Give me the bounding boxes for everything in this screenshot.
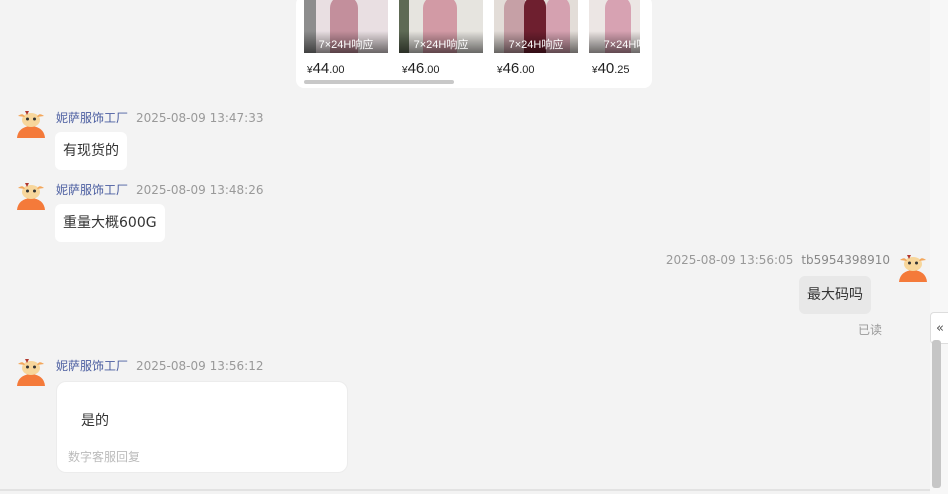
vertical-scrollbar[interactable] <box>932 340 941 488</box>
product-card[interactable]: 7×24H响应 ¥40.25 <box>589 0 640 80</box>
product-image: 7×24H响应 <box>589 0 640 53</box>
message-text: 是的 <box>81 413 109 429</box>
response-badge: 7×24H响应 <box>508 39 564 51</box>
product-price: ¥46.00 <box>402 60 440 77</box>
product-price: ¥44.00 <box>307 60 345 77</box>
digital-service-hint: 数字客服回复 <box>68 450 141 464</box>
response-badge: 7×24H响应 <box>318 39 374 51</box>
product-card[interactable]: 7×24H响应 ¥44.00 <box>304 0 388 80</box>
product-price: ¥46.00 <box>497 60 535 77</box>
message-card: 是的 数字客服回复 <box>56 381 348 473</box>
sender-name[interactable]: 妮萨服饰工厂 <box>56 359 128 373</box>
divider <box>0 489 930 491</box>
product-price: ¥40.25 <box>592 60 630 77</box>
cartoon-avatar-icon <box>16 108 46 138</box>
message-meta: 2025-08-09 13:56:05 tb5954398910 <box>666 253 890 267</box>
message-time: 2025-08-09 13:56:05 <box>665 253 794 267</box>
product-list: 7×24H响应 ¥44.00 7×24H响应 ¥46.00 7×24H响应 ¥4… <box>304 0 640 80</box>
message-time: 2025-08-09 13:48:26 <box>136 183 264 197</box>
product-image: 7×24H响应 <box>494 0 578 53</box>
sender-name: tb5954398910 <box>801 253 890 267</box>
message-meta: 妮萨服饰工厂 2025-08-09 13:47:33 <box>56 109 263 126</box>
cartoon-avatar-icon <box>16 356 46 386</box>
cartoon-avatar-icon <box>16 180 46 210</box>
message-bubble: 有现货的 <box>55 132 127 170</box>
message-bubble: 重量大概600G <box>55 204 165 242</box>
product-image: 7×24H响应 <box>304 0 388 53</box>
message-meta: 妮萨服饰工厂 2025-08-09 13:56:12 <box>56 357 263 374</box>
message-time: 2025-08-09 13:56:12 <box>136 359 264 373</box>
message-meta: 妮萨服饰工厂 2025-08-09 13:48:26 <box>56 181 263 198</box>
sender-name[interactable]: 妮萨服饰工厂 <box>56 111 128 125</box>
read-status: 已读 <box>858 323 883 337</box>
product-carousel: 7×24H响应 ¥44.00 7×24H响应 ¥46.00 7×24H响应 ¥4… <box>296 0 652 88</box>
sender-name[interactable]: 妮萨服饰工厂 <box>56 183 128 197</box>
response-badge: 7×24H响应 <box>413 39 469 51</box>
response-badge: 7×24H响应 <box>603 39 640 51</box>
product-card[interactable]: 7×24H响应 ¥46.00 <box>399 0 483 80</box>
carousel-scrollbar[interactable] <box>304 80 454 84</box>
cartoon-avatar-icon <box>898 252 928 282</box>
product-card[interactable]: 7×24H响应 ¥46.00 <box>494 0 578 80</box>
message-bubble: 最大码吗 <box>799 276 871 314</box>
chat-panel: 7×24H响应 ¥44.00 7×24H响应 ¥46.00 7×24H响应 ¥4… <box>0 0 930 494</box>
message-time: 2025-08-09 13:47:33 <box>136 111 264 125</box>
product-image: 7×24H响应 <box>399 0 483 53</box>
